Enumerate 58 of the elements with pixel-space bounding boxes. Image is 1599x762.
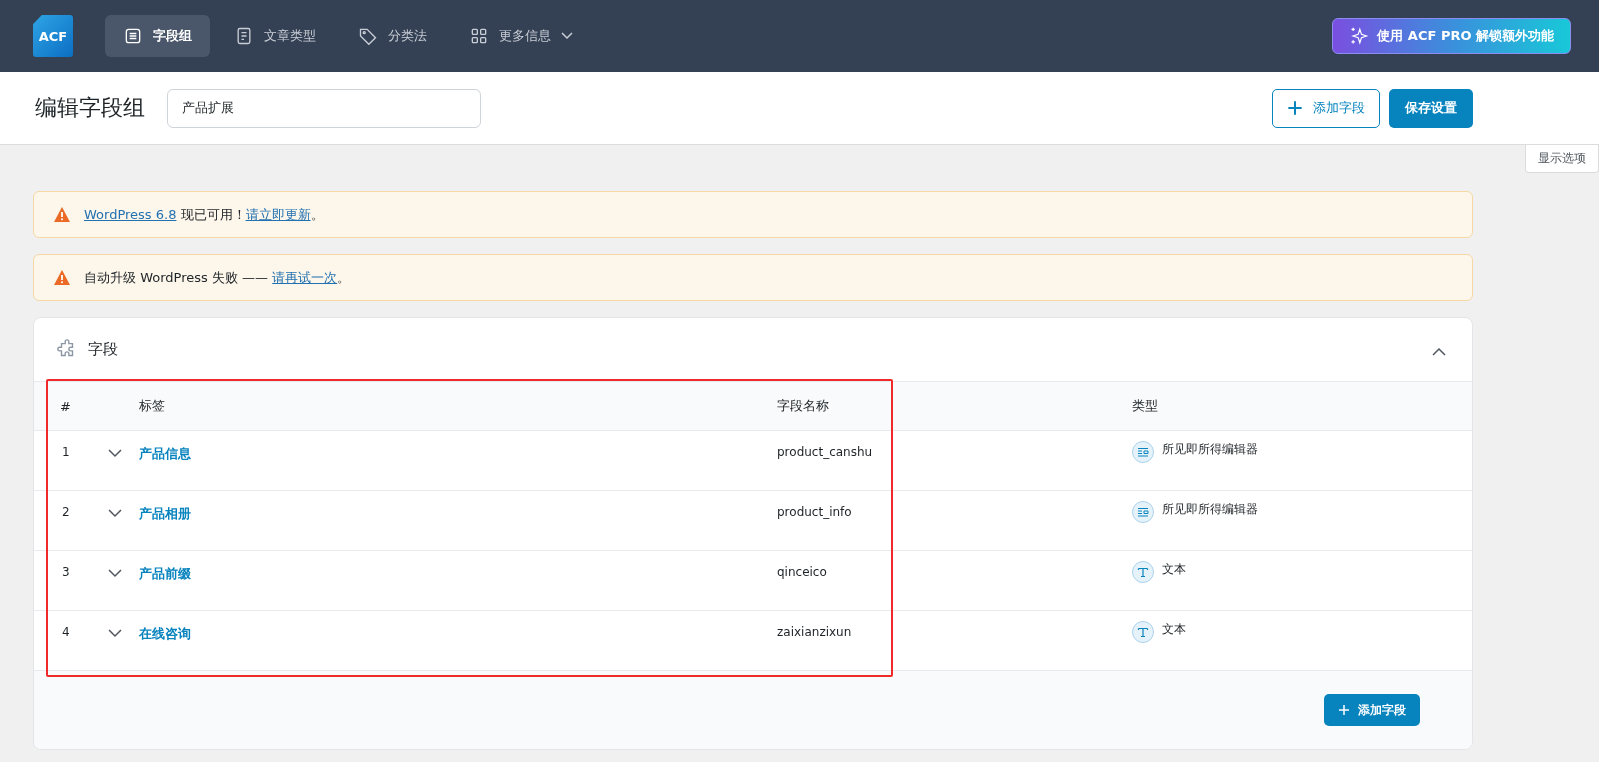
warning-icon [54, 270, 70, 285]
row-number: 2 [62, 505, 71, 519]
editor-type-icon [1132, 441, 1154, 463]
notice-text: WordPress 6.8 现已可用！请立即更新。 [84, 205, 324, 224]
column-header: 类型 [1132, 397, 1159, 415]
field-type: 所见即所得编辑器 [1162, 501, 1258, 518]
expand-icon[interactable] [108, 509, 122, 518]
plus-icon [1338, 704, 1350, 716]
upgrade-button[interactable]: 使用 ACF PRO 解锁额外功能 [1332, 18, 1571, 54]
notice-link[interactable]: 请立即更新 [245, 206, 311, 222]
warning-icon [54, 207, 70, 222]
column-header: 字段名称 [777, 397, 830, 415]
field-row[interactable]: 2 产品相册 product_info 所见即所得编辑器 [34, 491, 1472, 551]
field-label-link[interactable]: 产品前缀 [139, 565, 777, 583]
notice-link[interactable]: 请再试一次 [272, 269, 338, 285]
field-type: 文本 [1162, 561, 1186, 578]
expand-icon[interactable] [108, 629, 122, 638]
row-number: 1 [62, 445, 71, 459]
panel-title: 字段 [88, 340, 118, 359]
expand-icon[interactable] [108, 449, 122, 458]
notice-text: 自动升级 WordPress 失败 —— 请再试一次。 [84, 268, 351, 287]
plus-icon [1287, 100, 1303, 116]
row-number: 4 [62, 625, 71, 639]
add-field-button[interactable]: 添加字段 [1324, 694, 1420, 726]
notice-link[interactable]: WordPress 6.8 [84, 206, 177, 222]
list-icon [123, 26, 143, 46]
save-button[interactable]: 保存设置 [1389, 88, 1473, 128]
field-name: product_info [777, 505, 853, 519]
field-name: qinceico [777, 565, 828, 579]
column-header: # [59, 398, 72, 414]
text-type-icon [1132, 561, 1154, 583]
column-header: 标签 [139, 397, 166, 415]
acf-logo[interactable]: ACF [33, 15, 73, 57]
page-title: 编辑字段组 [35, 94, 145, 122]
collapse-icon[interactable] [1432, 347, 1446, 356]
sparkle-icon [1349, 26, 1370, 46]
field-name: product_canshu [777, 445, 874, 459]
grid-icon [469, 26, 489, 46]
nav-tab[interactable]: 更多信息 [451, 15, 591, 57]
text-type-icon [1132, 621, 1154, 643]
nav-tab[interactable]: 字段组 [105, 15, 210, 57]
field-row[interactable]: 1 产品信息 product_canshu 所见即所得编辑器 [34, 431, 1472, 491]
expand-icon[interactable] [108, 569, 122, 578]
field-label-link[interactable]: 在线咨询 [139, 625, 777, 643]
nav-tab[interactable]: 文章类型 [216, 15, 334, 57]
field-name: zaixianzixun [777, 625, 853, 639]
field-label-link[interactable]: 产品相册 [139, 505, 777, 523]
row-number: 3 [62, 565, 71, 579]
screen-options-tab[interactable]: 显示选项 [1525, 145, 1599, 173]
nav-tab[interactable]: 分类法 [340, 15, 445, 57]
editor-type-icon [1132, 501, 1154, 523]
tag-icon [358, 26, 378, 46]
field-label-link[interactable]: 产品信息 [139, 445, 777, 463]
add-field-button[interactable]: 添加字段 [1272, 88, 1380, 128]
field-type: 文本 [1162, 621, 1186, 638]
field-row[interactable]: 3 产品前缀 qinceico 文本 [34, 551, 1472, 611]
field-type: 所见即所得编辑器 [1162, 441, 1258, 458]
group-name-field[interactable]: 产品扩展 [167, 88, 481, 128]
